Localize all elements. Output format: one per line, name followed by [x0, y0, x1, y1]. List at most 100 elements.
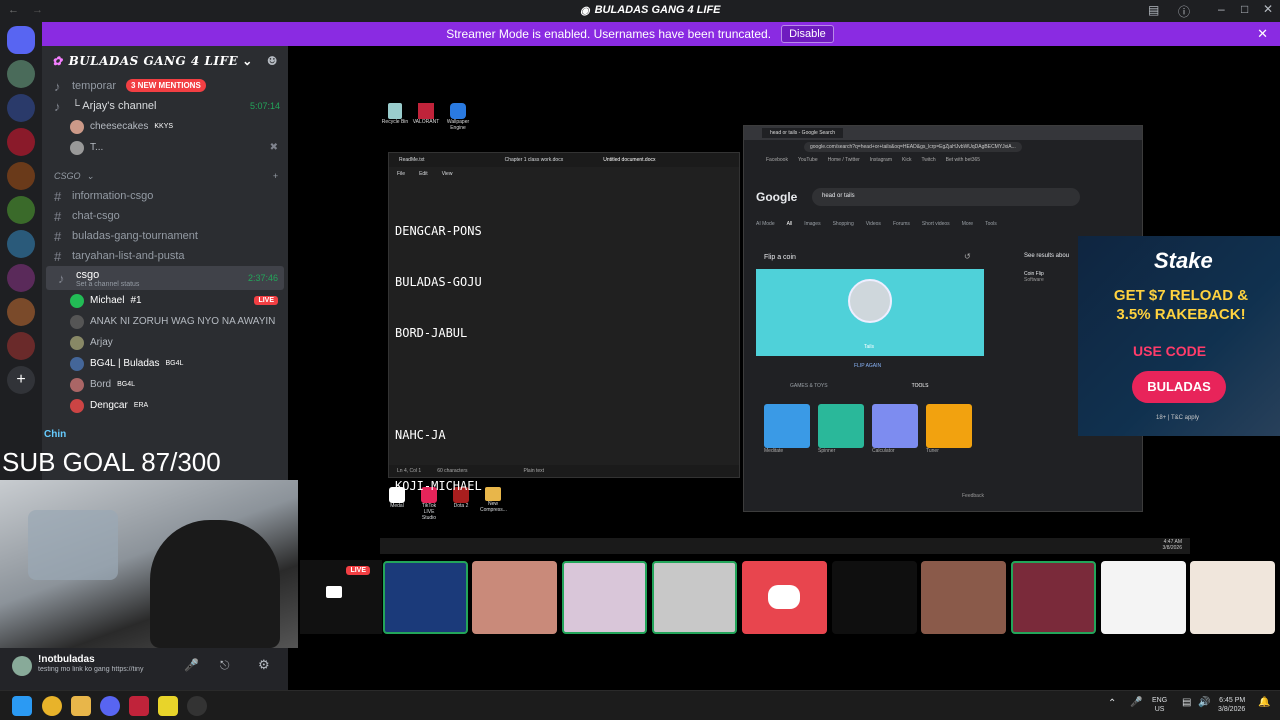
add-server-icon[interactable]: + [7, 366, 35, 394]
add-channel-icon[interactable]: + [273, 171, 278, 181]
discord-icon[interactable] [100, 696, 120, 716]
start-icon[interactable] [12, 696, 32, 716]
desktop-icon-valorant[interactable]: VALORANT [412, 103, 440, 125]
voice-channel-temporar[interactable]: ♪ temporar 3 NEW MENTIONS [42, 76, 288, 96]
video-tile[interactable] [383, 561, 468, 634]
help-icon[interactable]: ⓘ [1178, 3, 1190, 20]
voice-user[interactable]: T... ✖ [42, 137, 288, 158]
clock[interactable]: 6:45 PM 3/8/2026 [1218, 696, 1245, 714]
inbox-icon[interactable]: ▤ [1148, 3, 1159, 17]
channel-item[interactable]: # taryahan-list-and-pusta [42, 246, 288, 266]
video-tile[interactable] [832, 561, 917, 634]
chrome-icon[interactable] [42, 696, 62, 716]
coin-panel[interactable]: Tails [756, 269, 984, 356]
channel-item-active[interactable]: ♪ csgo Set a channel status 2:37:46 [46, 266, 284, 290]
sticky-notes-icon[interactable] [158, 696, 178, 716]
server-icon[interactable] [7, 298, 35, 326]
server-icon[interactable] [7, 196, 35, 224]
server-icon[interactable] [7, 94, 35, 122]
close-icon[interactable]: ✕ [1263, 2, 1273, 16]
nav-item[interactable]: Tools [985, 221, 997, 227]
tool-spinner[interactable]: Spinner [818, 404, 864, 454]
nav-item[interactable]: Videos [866, 221, 881, 227]
nav-item[interactable]: Images [804, 221, 820, 227]
video-tile[interactable] [1011, 561, 1096, 634]
voice-user[interactable]: BG4L | Buladas BG4L [42, 353, 288, 374]
share-icon[interactable]: ↺ [964, 252, 971, 261]
guild-header[interactable]: ✿ BULADAS GANG 4 LIFE ⌄ ☻ [42, 46, 288, 76]
acrobat-icon[interactable] [129, 696, 149, 716]
voice-user[interactable]: Dengcar ERA [42, 395, 288, 416]
voice-channel-arjay[interactable]: ♪ └ Arjay's channel 5:07:14 [42, 96, 288, 116]
notepad-tab[interactable]: ReadMe.txt [399, 157, 425, 163]
tab-tools[interactable]: TOOLS [912, 383, 929, 389]
video-tile[interactable] [1101, 561, 1186, 634]
nav-item[interactable]: AI Mode [756, 221, 775, 227]
tool-calculator[interactable]: Calculator [872, 404, 918, 454]
channel-item[interactable]: # information-csgo [42, 186, 288, 206]
server-icon[interactable] [7, 332, 35, 360]
channel-item[interactable]: # buladas-gang-tournament [42, 226, 288, 246]
bookmark[interactable]: Instagram [870, 157, 892, 163]
server-icon[interactable] [7, 230, 35, 258]
tray-mic-icon[interactable]: 🎤 [1130, 697, 1142, 708]
bookmark[interactable]: Home / Twitter [828, 157, 860, 163]
back-icon[interactable]: ← [8, 4, 19, 16]
channel-item[interactable]: # chat-csgo [42, 206, 288, 226]
address-bar[interactable]: google.com/search?q=head+or+tails&oq=HEA… [744, 140, 1142, 154]
nav-item[interactable]: Shopping [833, 221, 854, 227]
notification-bell-icon[interactable]: 🔔 [1258, 697, 1270, 708]
settings-icon[interactable]: ⚙ [258, 657, 270, 673]
bookmark[interactable]: Facebook [766, 157, 788, 163]
disable-button[interactable]: Disable [781, 25, 834, 43]
language-indicator[interactable]: ENG US [1152, 696, 1167, 714]
chrome-tab[interactable]: head or tails - Google Search [762, 128, 844, 138]
voice-user[interactable]: Arjay [42, 332, 288, 353]
new-mentions-badge[interactable]: 3 NEW MENTIONS [126, 79, 206, 92]
search-input[interactable]: head or tails [812, 188, 1080, 206]
tray-chevron-icon[interactable]: ⌃ [1108, 698, 1116, 709]
banner-close-icon[interactable]: ✕ [1257, 26, 1268, 42]
minimize-icon[interactable]: – [1218, 2, 1225, 16]
nav-item[interactable]: Forums [893, 221, 910, 227]
video-tile[interactable] [742, 561, 827, 634]
menu-view[interactable]: View [442, 171, 453, 177]
category-csgo[interactable]: CSGO ⌄ + [42, 166, 288, 186]
google-logo[interactable]: Google [756, 190, 797, 204]
nav-item[interactable]: More [962, 221, 973, 227]
menu-file[interactable]: File [397, 171, 405, 177]
nav-item[interactable]: Short videos [922, 221, 950, 227]
desktop-icon-wallpaper[interactable]: Wallpaper Engine [444, 103, 472, 131]
file-explorer-icon[interactable] [71, 696, 91, 716]
maximize-icon[interactable]: □ [1241, 2, 1248, 16]
bookmark[interactable]: Kick [902, 157, 911, 163]
video-tile[interactable] [1190, 561, 1275, 634]
microphone-icon[interactable]: 🎤 [184, 658, 199, 672]
feedback-link[interactable]: Feedback [962, 493, 984, 499]
tool-tuner[interactable]: Tuner [926, 404, 972, 454]
bookmark[interactable]: Bet with bet365 [946, 157, 980, 163]
bookmark[interactable]: Twitch [921, 157, 935, 163]
video-tile[interactable] [652, 561, 737, 634]
notepad-tab-active[interactable]: Untitled document.docx [603, 157, 655, 163]
video-tile[interactable] [921, 561, 1006, 634]
tab-games[interactable]: GAMES & TOYS [790, 383, 828, 389]
bookmark[interactable]: YouTube [798, 157, 818, 163]
server-icon[interactable] [7, 60, 35, 88]
voice-user[interactable]: Michael #1 LIVE [42, 290, 288, 311]
network-icon[interactable]: ▤ [1182, 697, 1191, 708]
voice-user[interactable]: ANAK NI ZORUH WAG NYO NA AWAYIN [42, 311, 288, 332]
flip-again-button[interactable]: FLIP AGAIN [854, 363, 881, 369]
add-member-icon[interactable]: ☻ [267, 54, 278, 68]
forward-icon[interactable]: → [32, 4, 43, 16]
server-icon[interactable] [7, 264, 35, 292]
notepad-text[interactable]: DENGCAR-PONS BULADAS-GOJU BORD-JABUL NAH… [389, 181, 739, 537]
headphones-icon[interactable]: ⎋ [220, 658, 230, 673]
discord-home-icon[interactable] [7, 26, 35, 54]
menu-edit[interactable]: Edit [419, 171, 428, 177]
video-tile[interactable] [472, 561, 557, 634]
video-tile[interactable] [562, 561, 647, 634]
nav-item-active[interactable]: All [787, 221, 793, 227]
volume-icon[interactable]: 🔊 [1198, 697, 1210, 708]
server-icon[interactable] [7, 128, 35, 156]
